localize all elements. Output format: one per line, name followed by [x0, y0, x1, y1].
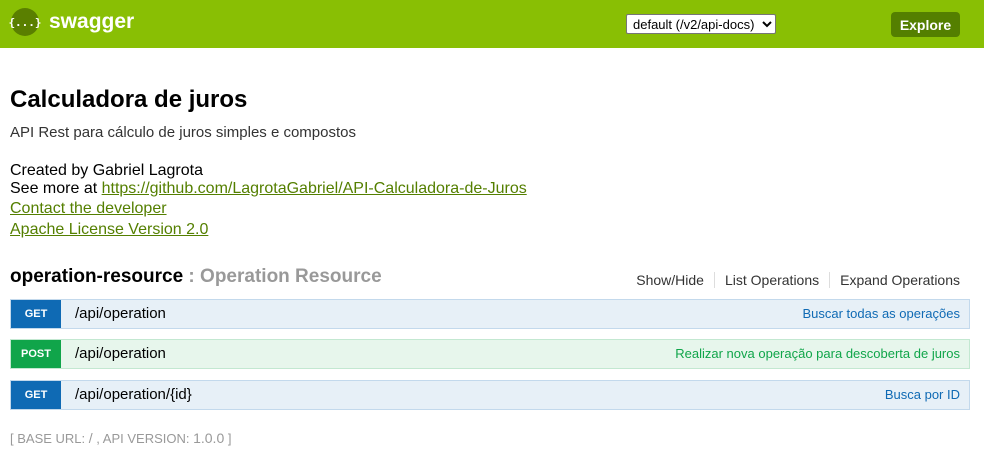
top-bar: {...} swagger default (/v2/api-docs) Exp… — [0, 0, 984, 48]
method-badge-get[interactable]: GET — [11, 300, 61, 328]
resource-description: Operation Resource — [200, 266, 382, 287]
operation-path[interactable]: /api/operation — [75, 305, 166, 322]
github-link[interactable]: https://github.com/LagrotaGabriel/API-Ca… — [102, 180, 527, 197]
method-badge-get[interactable]: GET — [11, 381, 61, 409]
operation-row-post[interactable]: POST /api/operation Realizar nova operaç… — [10, 339, 970, 369]
operation-summary[interactable]: Busca por ID — [885, 387, 960, 402]
expand-operations-link[interactable]: Expand Operations — [829, 272, 960, 288]
api-footer: [ BASE URL: / , API VERSION: 1.0.0 ] — [10, 430, 231, 446]
contact-developer-link[interactable]: Contact the developer — [10, 200, 167, 217]
api-description: API Rest para cálculo de juros simples e… — [10, 124, 356, 141]
swagger-logo-text: swagger — [49, 10, 135, 33]
operation-path[interactable]: /api/operation/{id} — [75, 386, 192, 403]
operation-row-get-by-id[interactable]: GET /api/operation/{id} Busca por ID — [10, 380, 970, 410]
operation-row-get-all[interactable]: GET /api/operation Buscar todas as opera… — [10, 299, 970, 329]
operation-path[interactable]: /api/operation — [75, 345, 166, 362]
api-info: Created by Gabriel Lagrota See more at h… — [10, 162, 527, 239]
swagger-logo[interactable]: {...} swagger — [8, 8, 135, 36]
resource-name[interactable]: operation-resource — [10, 266, 183, 287]
resource-actions: Show/Hide List Operations Expand Operati… — [636, 272, 960, 288]
footer-separator: , — [92, 431, 103, 446]
resource-heading[interactable]: operation-resource : Operation Resource — [10, 266, 382, 288]
footer-close-bracket: ] — [224, 431, 232, 446]
license-link[interactable]: Apache License Version 2.0 — [10, 221, 208, 238]
api-version-label: API VERSION: — [102, 431, 194, 446]
operation-summary[interactable]: Buscar todas as operações — [802, 306, 960, 321]
api-spec-select[interactable]: default (/v2/api-docs) — [626, 14, 776, 34]
created-by-text: Created by Gabriel Lagrota — [10, 162, 203, 179]
see-more-line: See more at https://github.com/LagrotaGa… — [10, 180, 527, 198]
swagger-logo-icon: {...} — [8, 8, 42, 36]
explore-button[interactable]: Explore — [891, 12, 960, 37]
operation-summary[interactable]: Realizar nova operação para descoberta d… — [675, 346, 960, 361]
method-badge-post[interactable]: POST — [11, 340, 61, 368]
base-url-label: BASE URL: — [17, 431, 89, 446]
api-version-value: 1.0.0 — [193, 430, 225, 446]
see-more-prefix: See more at — [10, 180, 102, 197]
api-title: Calculadora de juros — [10, 86, 248, 113]
resource-separator: : — [183, 266, 201, 287]
list-operations-link[interactable]: List Operations — [713, 272, 829, 288]
show-hide-link[interactable]: Show/Hide — [636, 272, 714, 288]
